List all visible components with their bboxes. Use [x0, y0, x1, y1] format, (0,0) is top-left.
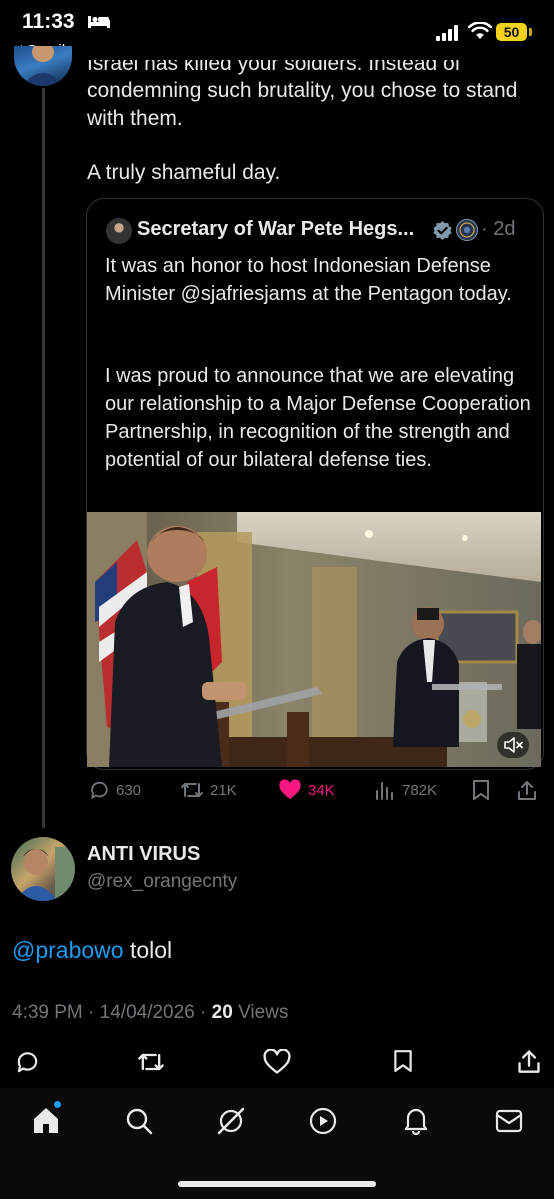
reply-text: @prabowo tolol [12, 937, 172, 964]
battery-nub [529, 28, 532, 36]
bookmark-button[interactable] [470, 779, 492, 801]
video-icon [309, 1107, 337, 1135]
share-icon [518, 781, 536, 800]
battery-icon: 50 [496, 23, 527, 41]
wifi-icon [468, 22, 492, 40]
bookmark-icon [394, 1050, 412, 1072]
post-metadata: 4:39 PM · 14/04/2026 · 20 Views [12, 1002, 289, 1023]
reply-action-button[interactable] [14, 1049, 40, 1075]
quoted-author-name: Secretary of War Pete Hegs... [137, 218, 415, 240]
messages-icon [495, 1109, 523, 1133]
like-button[interactable]: 34K [278, 779, 335, 801]
post-views-label: Views [238, 1002, 289, 1023]
share-action-button[interactable] [516, 1048, 542, 1074]
quoted-post-age-value: 2d [493, 218, 516, 240]
reply-icon [17, 1052, 38, 1073]
parent-post-cut-line: Israel has killed your soldiers. Instead… [87, 52, 461, 75]
share-button[interactable] [516, 779, 538, 801]
home-indicator [178, 1181, 376, 1187]
repost-icon [181, 783, 203, 797]
bookmark-action-button[interactable] [391, 1048, 415, 1074]
share-icon [518, 1050, 540, 1073]
search-icon [126, 1108, 153, 1135]
reply-author-handle: @rex_orangecnty [87, 871, 238, 892]
tab-video[interactable] [308, 1106, 338, 1136]
status-time: 11:33 [22, 10, 75, 33]
reply-button[interactable]: 630 [88, 779, 141, 801]
thread-line [42, 88, 45, 828]
repost-action-button[interactable] [137, 1049, 165, 1075]
post-views-count: 20 [211, 1002, 233, 1023]
repost-button[interactable]: 21K [180, 779, 237, 801]
reply-icon [91, 781, 108, 799]
verified-badge-icon [432, 220, 453, 241]
quoted-author-avatar [106, 218, 132, 244]
parent-avatar[interactable] [14, 46, 72, 86]
repost-icon [138, 1053, 164, 1071]
tab-messages[interactable] [494, 1107, 524, 1135]
bookmark-icon [473, 780, 489, 800]
parent-post-text: condemning such brutality, you chose to … [87, 79, 518, 130]
quoted-post-text: It was an honor to host Indonesian Defen… [105, 255, 512, 305]
notifications-icon [404, 1108, 428, 1135]
mention-link[interactable]: @prabowo [12, 937, 124, 963]
quoted-post-age: · 2d [481, 218, 516, 240]
views-count: 782K [402, 781, 438, 799]
like-action-button[interactable] [263, 1049, 291, 1075]
tab-search[interactable] [124, 1106, 154, 1136]
home-icon [34, 1108, 58, 1133]
heart-icon [263, 1049, 291, 1074]
post-time: 4:39 PM [12, 1002, 83, 1023]
views-button[interactable]: 782K [374, 779, 437, 801]
tab-grok[interactable] [215, 1105, 247, 1137]
home-notification-dot [54, 1101, 61, 1108]
battery-level: 50 [503, 24, 520, 40]
reply-avatar[interactable] [11, 837, 75, 901]
tab-notifications[interactable] [401, 1105, 431, 1135]
dod-seal-icon [456, 219, 478, 241]
tab-home[interactable] [31, 1105, 61, 1135]
signal-icon [436, 25, 460, 41]
mute-icon[interactable] [497, 732, 529, 758]
reply-count: 630 [116, 781, 142, 799]
post-date: 14/04/2026 [99, 1002, 195, 1023]
heart-icon [279, 779, 301, 799]
views-icon [376, 782, 393, 800]
reply-author-name[interactable]: ANTI VIRUS [87, 843, 200, 866]
like-count: 34K [308, 781, 335, 799]
repost-count: 21K [210, 781, 237, 799]
quoted-post-video[interactable] [87, 512, 541, 767]
grok-icon [217, 1107, 245, 1135]
parent-post-text-closing: A truly shameful day. [87, 161, 281, 184]
quoted-post-text-second: I was proud to announce that we are elev… [105, 365, 531, 471]
reply-body: tolol [123, 937, 173, 963]
bed-icon [88, 14, 110, 28]
